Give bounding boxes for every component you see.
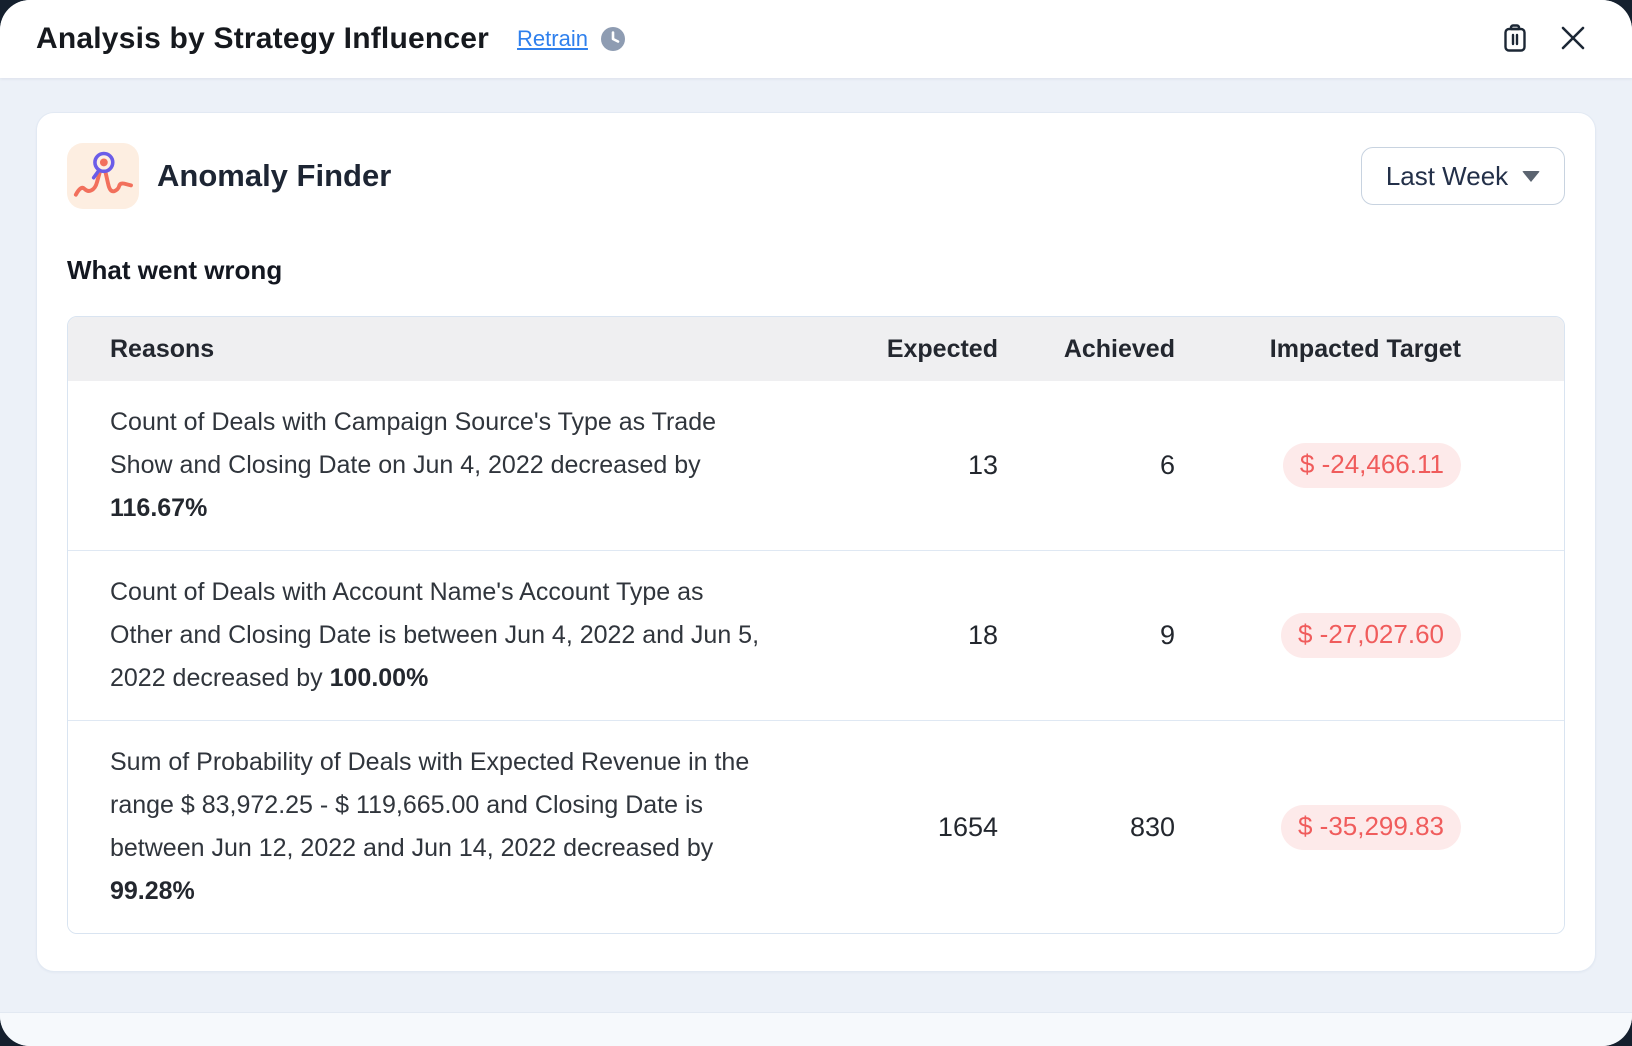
expected-cell: 18 bbox=[798, 620, 998, 651]
retrain-history-clock-icon[interactable] bbox=[600, 26, 626, 52]
negative-impact-badge: $ -24,466.11 bbox=[1283, 443, 1461, 488]
impacted-target-cell: $ -27,027.60 bbox=[1175, 613, 1461, 658]
chevron-down-icon bbox=[1522, 171, 1540, 182]
modal-title: Analysis by Strategy Influencer bbox=[36, 22, 489, 56]
achieved-cell: 6 bbox=[998, 450, 1175, 481]
reason-text: Count of Deals with Account Name's Accou… bbox=[110, 578, 759, 692]
analysis-modal: Analysis by Strategy Influencer Retrain bbox=[0, 0, 1632, 1046]
reason-cell: Sum of Probability of Deals with Expecte… bbox=[68, 741, 798, 913]
reason-cell: Count of Deals with Campaign Source's Ty… bbox=[68, 401, 798, 530]
close-icon bbox=[1559, 24, 1587, 55]
table-row: Sum of Probability of Deals with Expecte… bbox=[68, 720, 1564, 933]
anomaly-finder-card: Anomaly Finder Last Week What went wrong… bbox=[36, 112, 1596, 972]
expected-cell: 1654 bbox=[798, 812, 998, 843]
trash-icon bbox=[1500, 22, 1530, 57]
negative-impact-badge: $ -27,027.60 bbox=[1281, 613, 1461, 658]
close-button[interactable] bbox=[1554, 20, 1592, 58]
retrain-link[interactable]: Retrain bbox=[517, 26, 588, 52]
modal-header: Analysis by Strategy Influencer Retrain bbox=[0, 0, 1632, 78]
card-header: Anomaly Finder Last Week bbox=[67, 143, 1565, 209]
delete-button[interactable] bbox=[1496, 20, 1534, 58]
modal-body: Anomaly Finder Last Week What went wrong… bbox=[0, 78, 1632, 1046]
modal-footer-strip bbox=[0, 1012, 1632, 1046]
reason-percentage: 116.67% bbox=[110, 494, 207, 522]
card-title: Anomaly Finder bbox=[157, 158, 391, 194]
reason-text: Count of Deals with Campaign Source's Ty… bbox=[110, 408, 716, 479]
achieved-cell: 830 bbox=[998, 812, 1175, 843]
anomaly-table: Reasons Expected Achieved Impacted Targe… bbox=[67, 316, 1565, 934]
table-row: Count of Deals with Account Name's Accou… bbox=[68, 550, 1564, 720]
column-header-impacted-target: Impacted Target bbox=[1175, 335, 1461, 364]
expected-cell: 13 bbox=[798, 450, 998, 481]
reason-cell: Count of Deals with Account Name's Accou… bbox=[68, 571, 798, 700]
reason-percentage: 100.00% bbox=[330, 664, 429, 692]
achieved-cell: 9 bbox=[998, 620, 1175, 651]
period-dropdown-value: Last Week bbox=[1386, 161, 1508, 192]
period-dropdown[interactable]: Last Week bbox=[1361, 147, 1565, 205]
column-header-expected: Expected bbox=[798, 335, 998, 364]
anomaly-finder-icon bbox=[67, 143, 139, 209]
impacted-target-cell: $ -35,299.83 bbox=[1175, 805, 1461, 850]
impacted-target-cell: $ -24,466.11 bbox=[1175, 443, 1461, 488]
column-header-reasons: Reasons bbox=[68, 335, 798, 364]
negative-impact-badge: $ -35,299.83 bbox=[1281, 805, 1461, 850]
reason-percentage: 99.28% bbox=[110, 877, 195, 905]
table-header-row: Reasons Expected Achieved Impacted Targe… bbox=[68, 317, 1564, 381]
section-title: What went wrong bbox=[67, 255, 1565, 286]
table-row: Count of Deals with Campaign Source's Ty… bbox=[68, 381, 1564, 550]
column-header-achieved: Achieved bbox=[998, 335, 1175, 364]
reason-text: Sum of Probability of Deals with Expecte… bbox=[110, 748, 749, 862]
